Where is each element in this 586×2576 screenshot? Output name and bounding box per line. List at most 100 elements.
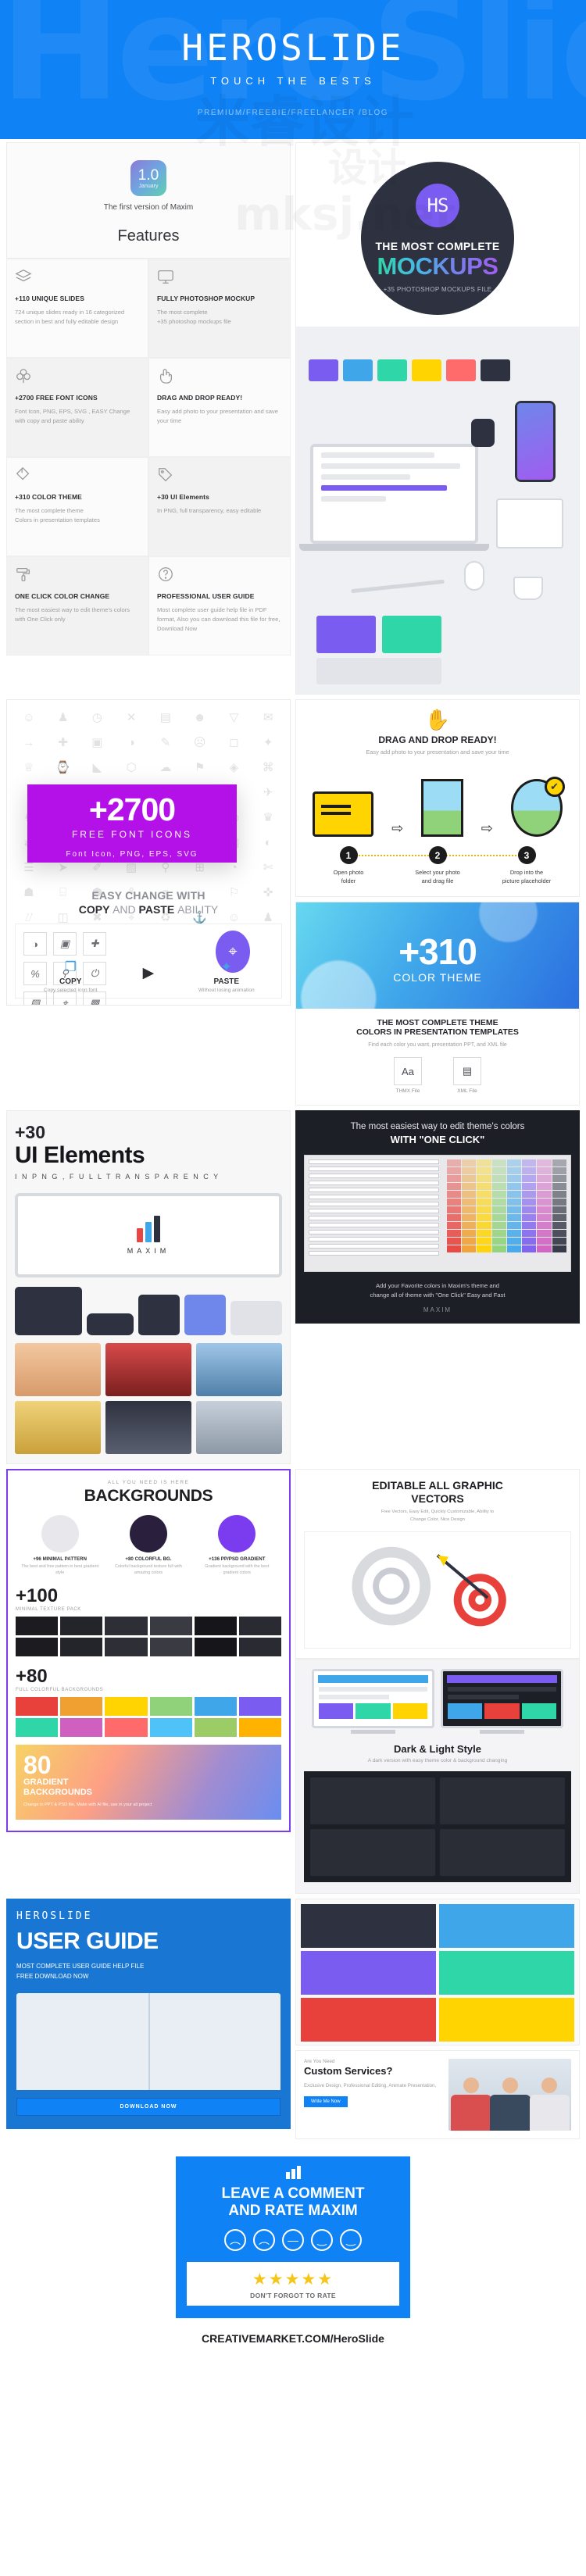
color-swatch[interactable] bbox=[537, 1199, 552, 1206]
color-swatch[interactable] bbox=[462, 1183, 477, 1191]
color-swatch[interactable] bbox=[477, 1214, 491, 1222]
texture-swatch[interactable] bbox=[194, 1616, 237, 1635]
picker-row[interactable] bbox=[309, 1159, 439, 1165]
color-swatch[interactable] bbox=[194, 1696, 237, 1716]
color-swatch[interactable] bbox=[522, 1245, 537, 1253]
color-swatch[interactable] bbox=[491, 1214, 506, 1222]
color-swatch[interactable] bbox=[537, 1159, 552, 1167]
color-swatch[interactable] bbox=[537, 1222, 552, 1230]
color-swatch[interactable] bbox=[149, 1696, 192, 1716]
copyable-icon[interactable]: ✚ bbox=[83, 932, 106, 956]
color-swatch[interactable] bbox=[491, 1175, 506, 1183]
color-swatch[interactable] bbox=[462, 1199, 477, 1206]
hero-nav-links[interactable]: PREMIUM/FREEBIE/FREELANCER /BLOG bbox=[198, 109, 388, 117]
copyable-icon[interactable]: ▩ bbox=[83, 991, 106, 1005]
color-swatch[interactable] bbox=[491, 1238, 506, 1245]
copyable-icon[interactable]: ◑ bbox=[23, 932, 47, 956]
color-swatch[interactable] bbox=[462, 1238, 477, 1245]
color-swatch[interactable] bbox=[462, 1159, 477, 1167]
texture-swatch[interactable] bbox=[60, 1637, 103, 1656]
color-swatch[interactable] bbox=[477, 1183, 491, 1191]
picker-row[interactable] bbox=[309, 1167, 439, 1172]
color-swatch[interactable] bbox=[446, 1159, 462, 1167]
color-swatch[interactable] bbox=[522, 1183, 537, 1191]
color-swatch[interactable] bbox=[446, 1222, 462, 1230]
color-swatch[interactable] bbox=[446, 1191, 462, 1199]
color-swatch[interactable] bbox=[552, 1222, 566, 1230]
color-swatch[interactable] bbox=[16, 1696, 59, 1716]
color-swatch[interactable] bbox=[462, 1230, 477, 1238]
color-swatch[interactable] bbox=[522, 1230, 537, 1238]
color-swatch[interactable] bbox=[522, 1199, 537, 1206]
color-swatch[interactable] bbox=[522, 1191, 537, 1199]
color-swatch[interactable] bbox=[16, 1717, 59, 1737]
color-swatch[interactable] bbox=[552, 1183, 566, 1191]
color-swatch[interactable] bbox=[506, 1175, 522, 1183]
color-swatch[interactable] bbox=[506, 1183, 522, 1191]
color-swatch[interactable] bbox=[506, 1230, 522, 1238]
sad-face-icon[interactable]: ︵ bbox=[253, 2228, 275, 2251]
picker-row[interactable] bbox=[309, 1195, 439, 1200]
color-swatch[interactable] bbox=[522, 1206, 537, 1214]
texture-swatch[interactable] bbox=[194, 1637, 237, 1656]
picker-row[interactable] bbox=[309, 1216, 439, 1221]
color-swatch[interactable] bbox=[537, 1191, 552, 1199]
color-swatch[interactable] bbox=[477, 1191, 491, 1199]
color-swatch[interactable] bbox=[506, 1191, 522, 1199]
color-swatch[interactable] bbox=[446, 1206, 462, 1214]
color-swatch[interactable] bbox=[522, 1159, 537, 1167]
color-swatch[interactable] bbox=[477, 1230, 491, 1238]
texture-swatch[interactable] bbox=[16, 1616, 59, 1635]
color-swatch[interactable] bbox=[60, 1696, 103, 1716]
footer-url[interactable]: CREATIVEMARKET.COM/HeroSlide bbox=[0, 2326, 586, 2362]
color-swatch[interactable] bbox=[537, 1245, 552, 1253]
angry-face-icon[interactable]: ︵ bbox=[224, 2228, 246, 2251]
color-swatch[interactable] bbox=[552, 1191, 566, 1199]
color-swatch[interactable] bbox=[552, 1167, 566, 1175]
neutral-face-icon[interactable]: — bbox=[282, 2228, 304, 2251]
paste-block[interactable]: ✦ PASTE Without losing animation bbox=[189, 959, 264, 993]
color-swatch[interactable] bbox=[522, 1222, 537, 1230]
color-swatch[interactable] bbox=[194, 1717, 237, 1737]
picker-row[interactable] bbox=[309, 1181, 439, 1186]
color-swatch[interactable] bbox=[491, 1191, 506, 1199]
color-swatch[interactable] bbox=[477, 1238, 491, 1245]
color-swatch[interactable] bbox=[552, 1175, 566, 1183]
color-swatch[interactable] bbox=[477, 1206, 491, 1214]
happy-face-icon[interactable]: ‿ bbox=[311, 2228, 333, 2251]
color-swatch[interactable] bbox=[537, 1167, 552, 1175]
texture-swatch[interactable] bbox=[16, 1637, 59, 1656]
texture-swatch[interactable] bbox=[105, 1616, 148, 1635]
color-swatch[interactable] bbox=[462, 1222, 477, 1230]
color-swatch[interactable] bbox=[506, 1167, 522, 1175]
color-swatch[interactable] bbox=[537, 1175, 552, 1183]
rating-faces[interactable]: ︵ ︵ — ‿ ‿ bbox=[187, 2228, 399, 2251]
color-swatch[interactable] bbox=[477, 1245, 491, 1253]
stars-icon[interactable]: ★★★★★ bbox=[187, 2270, 399, 2289]
color-swatch[interactable] bbox=[522, 1214, 537, 1222]
picker-row[interactable] bbox=[309, 1174, 439, 1179]
color-swatch[interactable] bbox=[462, 1214, 477, 1222]
copyable-icon[interactable]: ▨ bbox=[23, 991, 47, 1005]
color-swatch[interactable] bbox=[506, 1159, 522, 1167]
color-swatch[interactable] bbox=[462, 1191, 477, 1199]
picker-row[interactable] bbox=[309, 1230, 439, 1235]
color-swatch[interactable] bbox=[506, 1199, 522, 1206]
color-swatch[interactable] bbox=[522, 1167, 537, 1175]
color-swatch[interactable] bbox=[537, 1230, 552, 1238]
picker-row[interactable] bbox=[309, 1202, 439, 1207]
color-swatch[interactable] bbox=[446, 1230, 462, 1238]
color-swatch[interactable] bbox=[506, 1214, 522, 1222]
color-swatch[interactable] bbox=[446, 1238, 462, 1245]
copyable-icon[interactable]: ⌖ bbox=[53, 991, 77, 1005]
color-swatch[interactable] bbox=[477, 1199, 491, 1206]
color-swatch[interactable] bbox=[446, 1175, 462, 1183]
color-swatch[interactable] bbox=[552, 1230, 566, 1238]
picker-row[interactable] bbox=[309, 1188, 439, 1193]
color-swatch[interactable] bbox=[552, 1245, 566, 1253]
texture-swatch[interactable] bbox=[60, 1616, 103, 1635]
color-swatch[interactable] bbox=[491, 1230, 506, 1238]
color-swatch[interactable] bbox=[446, 1199, 462, 1206]
texture-swatch[interactable] bbox=[238, 1616, 281, 1635]
color-swatch[interactable] bbox=[238, 1696, 281, 1716]
